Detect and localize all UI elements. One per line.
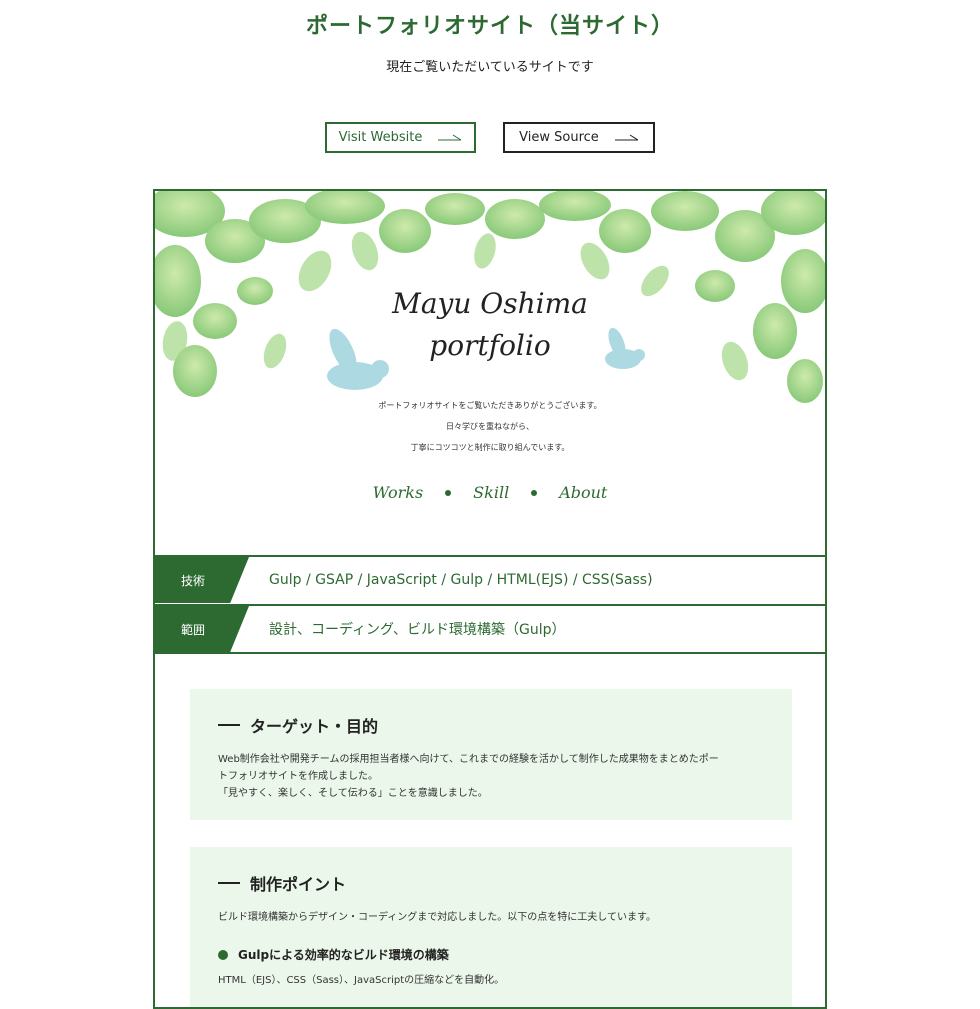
project-card: Mayu Oshima portfolio ポートフォリオサイトをご覧いただきあ… (153, 189, 827, 1009)
preview-nav-skill: Skill (473, 483, 510, 502)
target-body: Web制作会社や開発チームの採用担当者様へ向けて、これまでの経験を活かして制作し… (218, 751, 764, 802)
target-heading: ターゲット・目的 (218, 689, 764, 737)
spec-value: Gulp / GSAP / JavaScript / Gulp / HTML(E… (269, 572, 653, 588)
site-preview-image: Mayu Oshima portfolio ポートフォリオサイトをご覧いただきあ… (155, 191, 825, 555)
preview-nav: Works Skill About (155, 483, 825, 502)
page-title: ポートフォリオサイト（当サイト） (305, 14, 674, 39)
preview-nav-works: Works (372, 483, 424, 502)
point-item: Gulpによる効率的なビルド環境の構築 (218, 946, 764, 963)
target-line: 「見やすく、楽しく、そして伝わる」ことを意識しました。 (218, 788, 488, 799)
arrow-right-icon (614, 134, 639, 140)
spec-label: 技術 (155, 557, 249, 603)
preview-intro-line: 日々学びを重ねながら、 (446, 422, 534, 431)
preview-intro: ポートフォリオサイトをご覧いただきありがとうございます。 日々学びを重ねながら、… (155, 395, 825, 458)
preview-brand: Mayu Oshima portfolio (155, 283, 825, 367)
target-heading-text: ターゲット・目的 (250, 717, 379, 736)
preview-brand-sub: portfolio (429, 329, 551, 362)
spec-row-scope: 範囲 設計、コーディング、ビルド環境構築（Gulp） (155, 604, 825, 654)
point-title: Gulpによる効率的なビルド環境の構築 (238, 948, 449, 962)
target-section: ターゲット・目的 Web制作会社や開発チームの採用担当者様へ向けて、これまでの経… (190, 689, 792, 820)
preview-nav-about: About (559, 483, 608, 502)
bullet-icon (218, 949, 228, 960)
spec-label: 範囲 (155, 606, 249, 652)
preview-intro-line: 丁寧にコツコツと制作に取り組んでいます。 (410, 443, 570, 452)
points-lead: ビルド環境構築からデザイン・コーディングまで対応しました。以下の点を特に工夫して… (218, 912, 656, 923)
view-source-button[interactable]: View Source (503, 122, 655, 153)
visit-website-label: Visit Website (338, 130, 423, 145)
preview-brand-name: Mayu Oshima (392, 287, 588, 320)
target-line: Web制作会社や開発チームの採用担当者様へ向けて、これまでの経験を活かして制作し… (218, 754, 719, 765)
view-source-label: View Source (519, 130, 599, 145)
nav-dot-icon (445, 489, 452, 496)
point-desc: HTML（EJS）、CSS（Sass）、JavaScriptの圧縮などを自動化。 (218, 975, 505, 986)
nav-dot-icon (531, 489, 538, 496)
visit-website-button[interactable]: Visit Website (325, 122, 476, 153)
arrow-right-icon (438, 134, 462, 140)
page-subtitle: 現在ご覧いただいているサイトです (386, 60, 594, 75)
target-line: トフォリオサイトを作成しました。 (218, 771, 378, 782)
heading-dash-icon (218, 724, 240, 726)
heading-dash-icon (218, 882, 240, 884)
spec-value: 設計、コーディング、ビルド環境構築（Gulp） (269, 622, 566, 638)
points-heading-text: 制作ポイント (250, 875, 347, 894)
points-section: 制作ポイント ビルド環境構築からデザイン・コーディングまで対応しました。以下の点… (190, 847, 792, 1007)
preview-intro-line: ポートフォリオサイトをご覧いただきありがとうございます。 (378, 401, 602, 410)
spec-row-tech: 技術 Gulp / GSAP / JavaScript / Gulp / HTM… (155, 555, 825, 603)
points-heading: 制作ポイント (218, 847, 764, 895)
